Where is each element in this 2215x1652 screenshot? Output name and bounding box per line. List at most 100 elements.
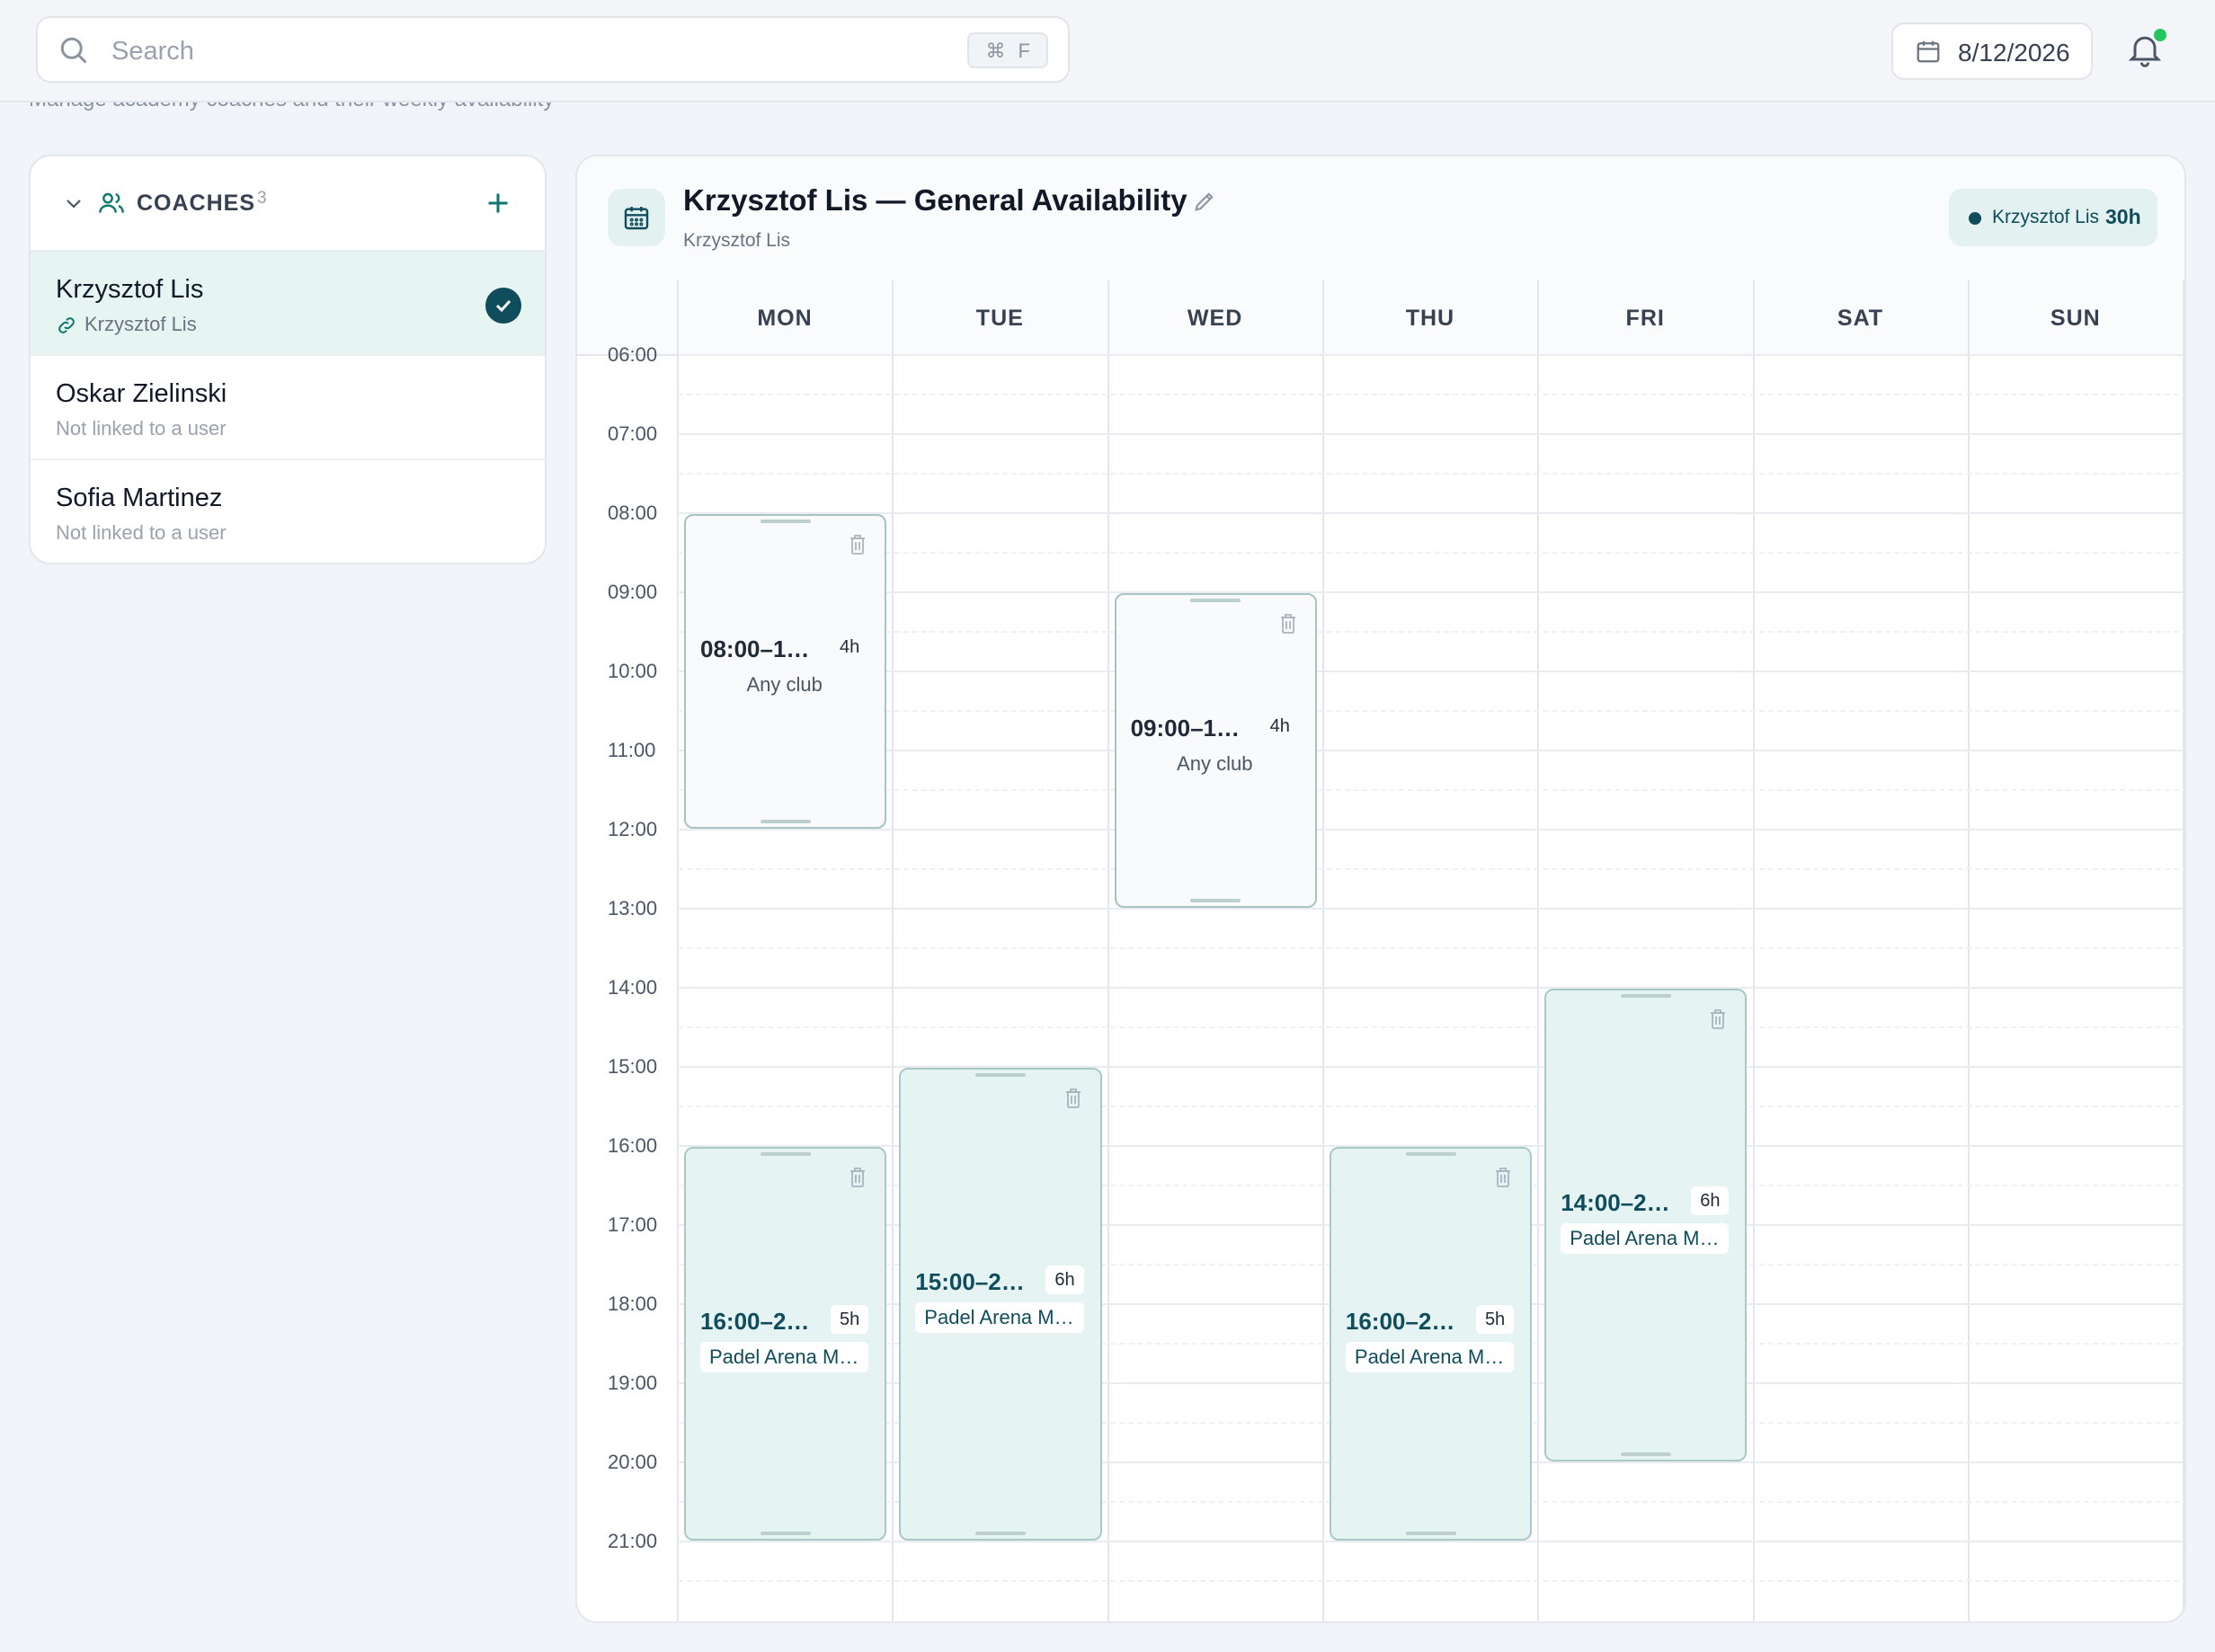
resize-handle-bottom[interactable] bbox=[760, 1532, 811, 1535]
hour-gridline bbox=[678, 987, 2184, 989]
slot-duration-badge: 4h bbox=[831, 633, 869, 662]
edit-pencil-icon[interactable] bbox=[1192, 189, 1217, 214]
coach-item-krzysztof-lis[interactable]: Krzysztof Lis Krzysztof Lis bbox=[31, 252, 545, 356]
availability-slot[interactable]: 16:00–21:00 5h Padel Arena Madrid bbox=[1329, 1147, 1533, 1541]
coaches-panel: COACHES 3 Krzysztof Lis Krzysztof Lis Os… bbox=[29, 155, 547, 564]
day-label-tue: TUE bbox=[975, 306, 1024, 331]
calendar-icon bbox=[1917, 40, 1940, 63]
resize-handle-top[interactable] bbox=[974, 1073, 1026, 1077]
trash-icon[interactable] bbox=[1279, 613, 1297, 635]
coach-color-dot bbox=[1969, 212, 1981, 225]
half-hour-gridline bbox=[678, 789, 2184, 791]
hour-gridline bbox=[678, 591, 2184, 593]
availability-slot[interactable]: 09:00–13:00 4h Any club bbox=[1114, 593, 1317, 908]
slot-duration-badge: 6h bbox=[1691, 1186, 1730, 1215]
coach-link-status: Not linked to a user bbox=[56, 417, 227, 440]
hours-summary-badge: Krzysztof Lis 30h bbox=[1949, 189, 2157, 246]
top-bar: Search ⌘ F 8/12/2026 bbox=[0, 0, 2215, 102]
time-label: 11:00 bbox=[608, 739, 656, 761]
availability-slot[interactable]: 14:00–20:00 6h Padel Arena Madrid bbox=[1544, 989, 1748, 1461]
coach-name: Krzysztof Lis bbox=[56, 275, 204, 304]
notifications-button[interactable] bbox=[2125, 29, 2168, 72]
time-label: 20:00 bbox=[608, 1451, 658, 1473]
time-label: 08:00 bbox=[608, 502, 658, 524]
coaches-header: COACHES 3 bbox=[31, 156, 545, 252]
summary-coach-name: Krzysztof Lis bbox=[1992, 207, 2100, 227]
link-icon bbox=[58, 317, 75, 333]
time-label: 15:00 bbox=[608, 1055, 658, 1078]
search-icon bbox=[60, 37, 87, 64]
resize-handle-top[interactable] bbox=[760, 1152, 811, 1156]
day-header-row: MON TUE WED THU FRI SAT SUN bbox=[577, 280, 2184, 356]
coach-item-sofia-martinez[interactable]: Sofia Martinez Not linked to a user bbox=[31, 460, 545, 563]
slot-time-range: 14:00–20:00 bbox=[1561, 1189, 1677, 1216]
slot-duration-badge: 4h bbox=[1260, 712, 1299, 741]
half-hour-gridline bbox=[678, 1580, 2184, 1582]
resize-handle-top[interactable] bbox=[1405, 1152, 1456, 1156]
coach-item-oskar-zielinski[interactable]: Oskar Zielinski Not linked to a user bbox=[31, 356, 545, 460]
hour-gridline bbox=[678, 512, 2184, 514]
resize-handle-bottom[interactable] bbox=[1405, 1532, 1456, 1535]
coach-linked-user: Krzysztof Lis bbox=[85, 313, 197, 335]
time-label: 16:00 bbox=[608, 1134, 658, 1157]
resize-handle-bottom[interactable] bbox=[974, 1532, 1026, 1535]
resize-handle-top[interactable] bbox=[1620, 994, 1671, 998]
time-label: 07:00 bbox=[608, 422, 658, 445]
coach-name: Sofia Martinez bbox=[56, 484, 223, 512]
slot-time-range: 16:00–21:00 bbox=[700, 1308, 817, 1335]
resize-handle-bottom[interactable] bbox=[760, 820, 811, 823]
search-box[interactable]: Search ⌘ F bbox=[36, 16, 1070, 83]
slot-club-label: Any club bbox=[1177, 752, 1253, 775]
trash-icon[interactable] bbox=[1709, 1008, 1727, 1030]
day-label-thu: THU bbox=[1405, 306, 1455, 331]
slot-club-label: Padel Arena Madrid bbox=[1561, 1223, 1730, 1254]
half-hour-gridline bbox=[678, 868, 2184, 870]
hour-gridline bbox=[678, 433, 2184, 435]
day-label-wed: WED bbox=[1187, 306, 1243, 331]
search-input[interactable]: Search bbox=[111, 37, 194, 67]
hour-gridline bbox=[678, 750, 2184, 751]
time-label: 18:00 bbox=[608, 1292, 658, 1315]
selected-check-icon bbox=[485, 288, 521, 324]
summary-hours: 30h bbox=[2105, 205, 2141, 228]
trash-icon[interactable] bbox=[849, 1167, 867, 1188]
half-hour-gridline bbox=[678, 394, 2184, 395]
resize-handle-bottom[interactable] bbox=[1190, 899, 1241, 902]
coach-name: Oskar Zielinski bbox=[56, 379, 227, 408]
search-shortcut-hint: ⌘ F bbox=[967, 32, 1048, 68]
trash-icon[interactable] bbox=[1064, 1088, 1082, 1109]
half-hour-gridline bbox=[678, 473, 2184, 475]
slot-club-label: Padel Arena Madrid bbox=[915, 1302, 1084, 1333]
availability-slot[interactable]: 16:00–21:00 5h Padel Arena Madrid bbox=[684, 1147, 887, 1541]
slot-duration-badge: 6h bbox=[1045, 1266, 1084, 1294]
day-label-fri: FRI bbox=[1625, 306, 1665, 331]
calendar-icon bbox=[624, 207, 649, 230]
resize-handle-top[interactable] bbox=[760, 520, 811, 523]
half-hour-gridline bbox=[678, 631, 2184, 633]
trash-icon[interactable] bbox=[849, 534, 867, 555]
add-coach-button[interactable] bbox=[482, 187, 514, 219]
hour-gridline bbox=[678, 908, 2184, 910]
availability-slot[interactable]: 15:00–21:00 6h Padel Arena Madrid bbox=[899, 1068, 1102, 1541]
availability-panel: Krzysztof Lis — General Availability Krz… bbox=[575, 155, 2186, 1623]
coach-link-status: Not linked to a user bbox=[56, 521, 227, 544]
hour-gridline bbox=[678, 671, 2184, 672]
slot-duration-badge: 5h bbox=[831, 1305, 869, 1334]
slot-club-label: Padel Arena Madrid bbox=[1345, 1342, 1515, 1372]
slot-time-range: 09:00–13:00 bbox=[1130, 715, 1248, 742]
availability-slot[interactable]: 08:00–12:00 4h Any club bbox=[684, 514, 887, 829]
day-label-mon: MON bbox=[757, 306, 813, 331]
resize-handle-top[interactable] bbox=[1190, 599, 1241, 602]
trash-icon[interactable] bbox=[1494, 1167, 1512, 1188]
half-hour-gridline bbox=[678, 947, 2184, 949]
slot-time-range: 16:00–21:00 bbox=[1345, 1308, 1463, 1335]
hour-gridline bbox=[678, 354, 2184, 356]
notification-dot bbox=[2154, 29, 2166, 41]
chevron-down-icon[interactable] bbox=[63, 192, 85, 214]
date-picker-button[interactable]: 8/12/2026 bbox=[1891, 22, 2093, 80]
day-label-sun: SUN bbox=[2050, 306, 2101, 331]
coaches-count: 3 bbox=[257, 189, 267, 208]
slot-time-range: 08:00–12:00 bbox=[700, 635, 817, 662]
time-label: 19:00 bbox=[608, 1372, 658, 1394]
resize-handle-bottom[interactable] bbox=[1620, 1452, 1671, 1456]
